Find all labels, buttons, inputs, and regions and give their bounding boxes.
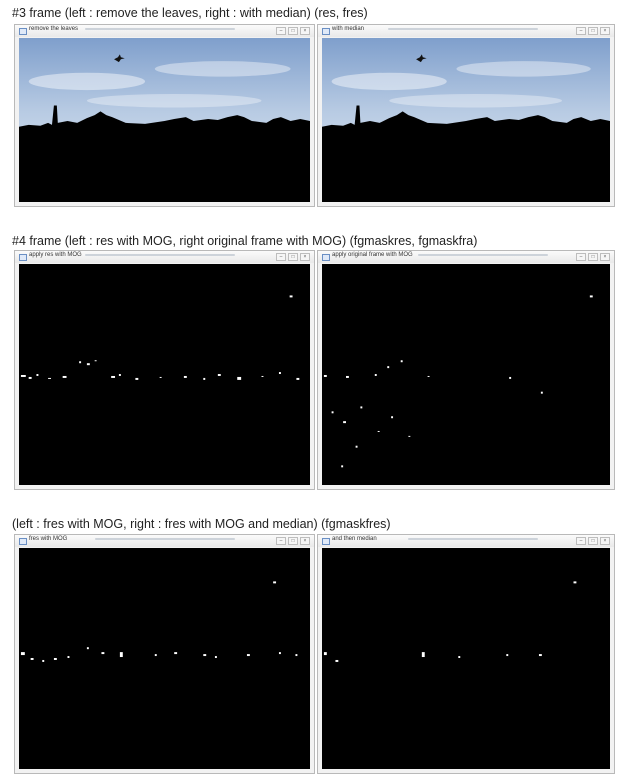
maximize-button[interactable]: □ (588, 253, 598, 261)
window-titlebar[interactable]: remove the leaves – □ × (15, 25, 314, 37)
minimize-button[interactable]: – (276, 537, 286, 545)
minimize-button[interactable]: – (276, 253, 286, 261)
image-view-sky (19, 38, 310, 202)
opencv-window-res-mog[interactable]: apply res with MOG – □ × (14, 250, 315, 490)
image-view-mask (19, 264, 310, 485)
image-view-mask (322, 548, 610, 769)
opencv-window-with-median[interactable]: with median – □ × (317, 24, 615, 207)
section-caption: #4 frame (left : res with MOG, right ori… (12, 234, 478, 248)
close-button[interactable]: × (600, 27, 610, 35)
opencv-window-fres-mog-median[interactable]: and then median – □ × (317, 534, 615, 774)
image-view-sky (322, 38, 610, 202)
window-app-icon (322, 28, 330, 35)
window-app-icon (19, 254, 27, 261)
window-app-icon (322, 254, 330, 261)
section-caption: #3 frame (left : remove the leaves, righ… (12, 6, 368, 20)
window-titlebar[interactable]: fres with MOG – □ × (15, 535, 314, 547)
minimize-button[interactable]: – (276, 27, 286, 35)
close-button[interactable]: × (300, 27, 310, 35)
window-app-icon (19, 538, 27, 545)
window-title: apply res with MOG (29, 252, 82, 258)
toolbar-ghost-text (408, 538, 538, 540)
window-app-icon (19, 28, 27, 35)
image-view-mask (19, 548, 310, 769)
image-view-mask (322, 264, 610, 485)
minimize-button[interactable]: – (576, 537, 586, 545)
window-app-icon (322, 538, 330, 545)
window-title: and then median (332, 536, 377, 542)
window-title: fres with MOG (29, 536, 68, 542)
toolbar-ghost-text (388, 28, 538, 30)
section-caption: (left : fres with MOG, right : fres with… (12, 517, 391, 531)
toolbar-ghost-text (85, 28, 235, 30)
minimize-button[interactable]: – (576, 253, 586, 261)
toolbar-ghost-text (418, 254, 548, 256)
window-titlebar[interactable]: apply original frame with MOG – □ × (318, 251, 614, 263)
window-titlebar[interactable]: apply res with MOG – □ × (15, 251, 314, 263)
opencv-window-fres-mog[interactable]: fres with MOG – □ × (14, 534, 315, 774)
toolbar-ghost-text (95, 538, 235, 540)
maximize-button[interactable]: □ (588, 27, 598, 35)
close-button[interactable]: × (600, 537, 610, 545)
opencv-window-remove-leaves[interactable]: remove the leaves – □ × (14, 24, 315, 207)
close-button[interactable]: × (600, 253, 610, 261)
maximize-button[interactable]: □ (288, 537, 298, 545)
window-title: remove the leaves (29, 26, 79, 32)
minimize-button[interactable]: – (576, 27, 586, 35)
window-titlebar[interactable]: with median – □ × (318, 25, 614, 37)
window-title: with median (332, 26, 365, 32)
close-button[interactable]: × (300, 253, 310, 261)
maximize-button[interactable]: □ (288, 253, 298, 261)
toolbar-ghost-text (85, 254, 235, 256)
opencv-window-frame-mog[interactable]: apply original frame with MOG – □ × (317, 250, 615, 490)
maximize-button[interactable]: □ (588, 537, 598, 545)
window-title: apply original frame with MOG (332, 252, 413, 258)
window-titlebar[interactable]: and then median – □ × (318, 535, 614, 547)
close-button[interactable]: × (300, 537, 310, 545)
maximize-button[interactable]: □ (288, 27, 298, 35)
